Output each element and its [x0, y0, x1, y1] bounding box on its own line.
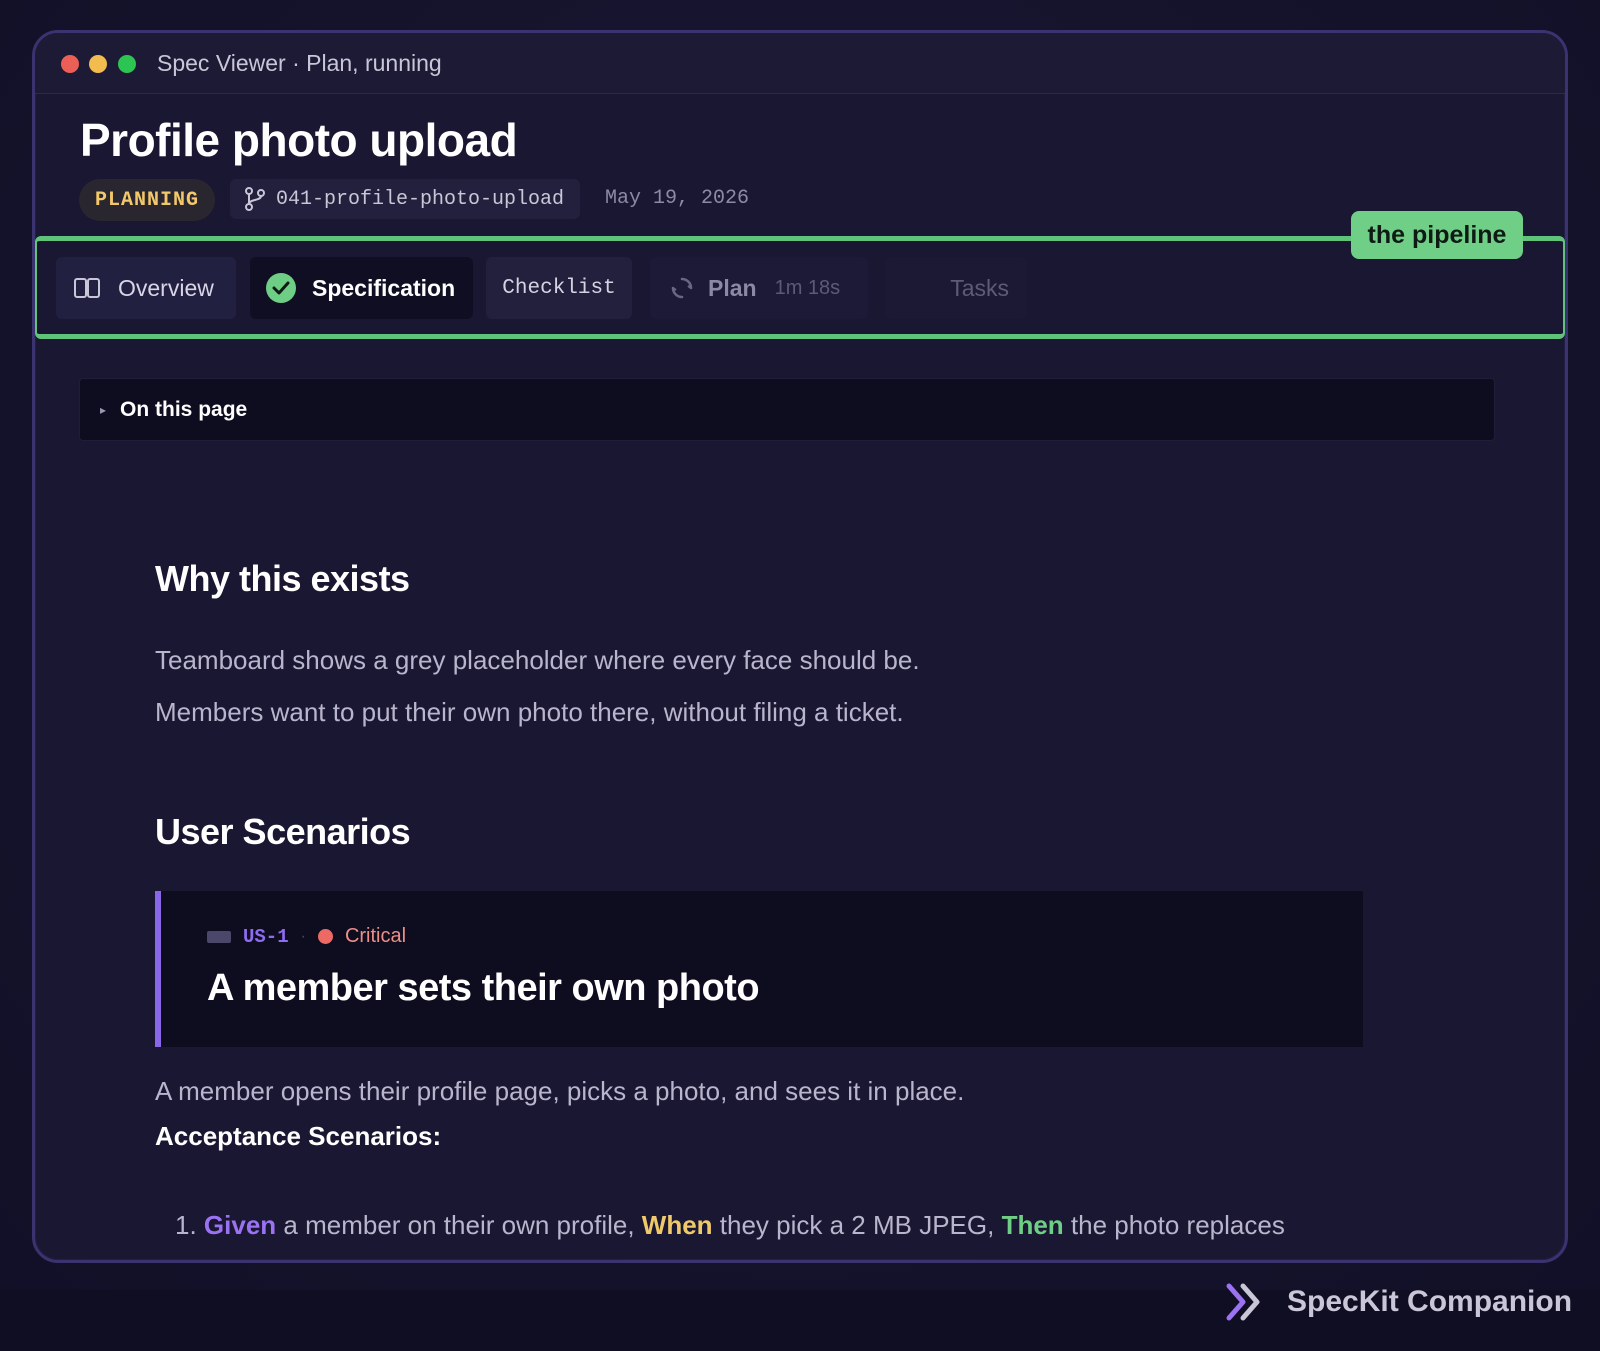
tab-specification-label: Specification [312, 274, 456, 301]
ticket-icon [207, 930, 231, 943]
tab-specification[interactable]: Specification [250, 257, 473, 319]
tab-plan-label: Plan [708, 274, 757, 301]
given-text: a member on their own profile, [276, 1210, 642, 1240]
story-title: A member sets their own photo [207, 967, 760, 1009]
branch-chip[interactable]: 041-profile-photo-upload [230, 179, 581, 219]
acceptance-heading: Acceptance Scenarios: [155, 1121, 442, 1151]
given-keyword: Given [203, 1210, 277, 1240]
window-title: Spec Viewer · Plan, running [157, 50, 442, 76]
story-id: US-1 [243, 925, 289, 948]
minimize-window-button[interactable] [89, 55, 107, 73]
why-line-1: Teamboard shows a grey placeholder where… [155, 645, 920, 675]
check-circle-icon [266, 273, 296, 303]
branch-name: 041-profile-photo-upload [276, 187, 565, 211]
why-line-2: Members want to put their own photo ther… [155, 697, 904, 727]
when-text: they pick a 2 MB JPEG, [712, 1210, 1002, 1240]
story-meta: US-1 · Critical [207, 925, 406, 948]
title-bar: Spec Viewer · Plan, running [35, 33, 1565, 94]
tab-plan[interactable]: Plan 1m 18s [650, 257, 868, 319]
acceptance-number: 1. [175, 1210, 197, 1240]
close-window-button[interactable] [61, 55, 79, 73]
spec-date: May 19, 2026 [605, 187, 750, 210]
tab-overview[interactable]: Overview [56, 257, 236, 319]
disclosure-triangle-icon: ▸ [100, 402, 107, 417]
tab-overview-label: Overview [118, 274, 214, 301]
on-this-page-toggle[interactable]: ▸ On this page [79, 378, 1495, 441]
on-this-page-label: On this page [120, 397, 248, 421]
priority-dot-icon [317, 929, 333, 944]
tab-tasks[interactable]: Tasks [885, 257, 1027, 319]
tab-checklist-label: Checklist [502, 276, 616, 300]
then-text: the photo replaces [1063, 1210, 1285, 1240]
brand-footer: SpecKit Companion [1223, 1280, 1572, 1324]
why-heading: Why this exists [155, 558, 410, 599]
tab-plan-elapsed: 1m 18s [774, 276, 841, 299]
spinner-icon [671, 277, 693, 299]
app-window: Spec Viewer · Plan, running Profile phot… [32, 30, 1568, 1263]
when-keyword: When [641, 1210, 713, 1240]
speckit-logo-icon [1226, 1283, 1260, 1321]
tab-tasks-label: Tasks [950, 274, 1009, 301]
story-priority: Critical [344, 925, 407, 947]
acceptance-item: 1. Given a member on their own profile, … [175, 1210, 1285, 1241]
then-keyword: Then [1001, 1210, 1064, 1240]
separator-dot: · [300, 927, 306, 945]
tab-checklist[interactable]: Checklist [486, 257, 632, 319]
brand-name: SpecKit Companion [1287, 1285, 1573, 1318]
page-title: Profile photo upload [80, 114, 518, 166]
pipeline-label: the pipeline [1351, 211, 1523, 259]
status-badge: PLANNING [79, 179, 215, 221]
user-story-card: US-1 · Critical A member sets their own … [155, 891, 1363, 1047]
git-branch-icon [245, 187, 265, 211]
story-description: A member opens their profile page, picks… [155, 1076, 965, 1106]
maximize-window-button[interactable] [118, 55, 136, 73]
book-icon [74, 278, 100, 298]
scenarios-heading: User Scenarios [155, 811, 411, 852]
